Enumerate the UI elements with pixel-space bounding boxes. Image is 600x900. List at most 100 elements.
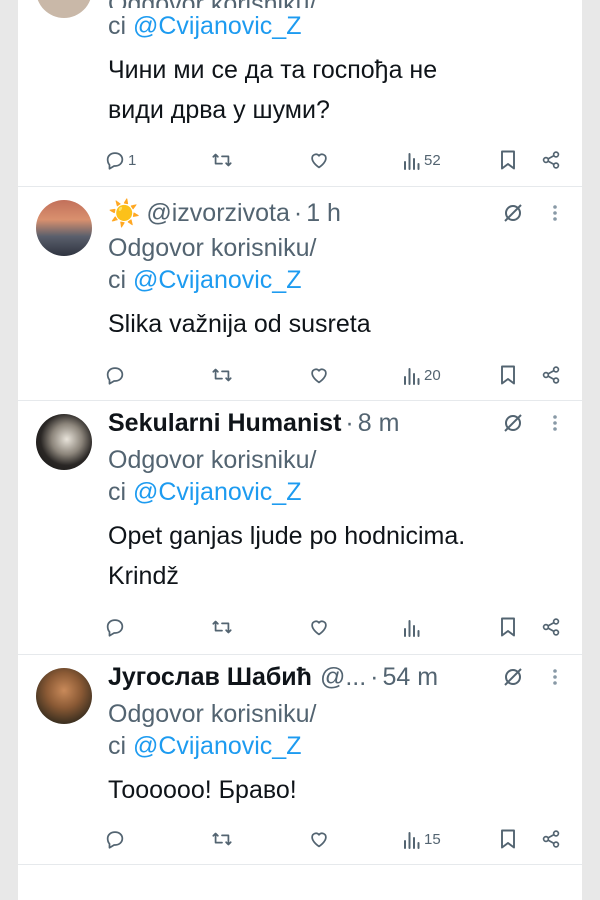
tweet-header: Југослав Шабић @... · 54 m xyxy=(108,662,562,692)
reply-prefix-text: Odgovor korisniku/ xyxy=(108,446,317,474)
reply-icon xyxy=(104,364,126,386)
reply-prefix-text: Odgovor korisniku/ xyxy=(108,700,317,728)
reply-count: 1 xyxy=(128,151,137,169)
separator-dot: · xyxy=(370,662,379,691)
reply-button[interactable] xyxy=(104,616,126,638)
avatar[interactable] xyxy=(36,414,92,470)
reply-icon xyxy=(104,828,126,850)
views-icon xyxy=(402,617,422,637)
display-name[interactable]: Sekularni Humanist xyxy=(108,409,341,438)
reply-prefix-text: Odgovor korisniku/ xyxy=(108,234,317,262)
display-name[interactable]: Југослав Шабић xyxy=(108,663,312,692)
views-button[interactable]: 52 xyxy=(402,150,441,170)
reply-icon xyxy=(104,149,126,171)
bookmark-button[interactable] xyxy=(498,149,518,171)
tweet[interactable]: ☀️ @izvorzivota · 1 h Odgovor korisniku/… xyxy=(18,186,582,401)
user-handle[interactable]: @izvorzivota xyxy=(146,199,289,228)
tweet-text-line: Slika važnija od susreta xyxy=(108,310,371,338)
tweet-text: Slika važnija od susreta xyxy=(108,304,562,344)
views-count: 15 xyxy=(424,830,441,848)
like-icon xyxy=(308,616,330,638)
reply-prefix-text: ci xyxy=(108,12,133,40)
views-count: 20 xyxy=(424,366,441,384)
tweet-header: ☀️ @izvorzivota · 1 h xyxy=(108,198,562,228)
avatar[interactable] xyxy=(36,0,92,18)
reply-prefix-text: ci xyxy=(108,266,133,294)
grok-icon[interactable] xyxy=(500,664,526,690)
share-button[interactable] xyxy=(540,828,562,850)
more-options-icon[interactable] xyxy=(548,664,562,690)
views-button[interactable] xyxy=(402,617,422,637)
more-options-icon[interactable] xyxy=(548,410,562,436)
like-button[interactable] xyxy=(308,616,330,638)
like-button[interactable] xyxy=(308,364,330,386)
repost-icon xyxy=(210,364,234,386)
reply-to-label: ci @Cvijanovic_Z xyxy=(108,10,562,42)
tweet-text-line: Opet ganjas ljude po hodnicima. xyxy=(108,522,466,550)
separator-dot: · xyxy=(293,198,303,227)
user-handle[interactable]: @... xyxy=(320,663,366,692)
share-icon xyxy=(540,616,562,638)
reply-prefix-text: ci xyxy=(108,732,133,760)
like-icon xyxy=(308,364,330,386)
repost-icon xyxy=(210,828,234,850)
separator-dot: · xyxy=(345,408,354,437)
views-icon xyxy=(402,829,422,849)
tweet-text-line: Тоооооо! Браво! xyxy=(108,776,297,804)
timestamp[interactable]: 8 m xyxy=(358,409,400,438)
timestamp[interactable]: 54 m xyxy=(383,663,439,692)
bookmark-button[interactable] xyxy=(498,364,518,386)
views-icon xyxy=(402,150,422,170)
bookmark-icon xyxy=(498,364,518,386)
repost-icon xyxy=(210,616,234,638)
share-button[interactable] xyxy=(540,364,562,386)
mention-link[interactable]: @Cvijanovic_Z xyxy=(133,12,301,40)
repost-button[interactable] xyxy=(210,149,234,171)
timeline: Odgovor korisniku/ ci @Cvijanovic_Z Чини… xyxy=(18,0,582,900)
repost-button[interactable] xyxy=(210,364,234,386)
reply-icon xyxy=(104,616,126,638)
reply-button[interactable]: 1 xyxy=(104,149,136,171)
share-button[interactable] xyxy=(540,149,562,171)
tweet[interactable]: Sekularni Humanist · 8 m Odgovor korisni… xyxy=(18,400,582,655)
reply-prefix-text: ci xyxy=(108,478,133,506)
share-icon xyxy=(540,364,562,386)
tweet[interactable]: Југослав Шабић @... · 54 m Odgovor koris… xyxy=(18,654,582,865)
share-icon xyxy=(540,828,562,850)
tweet-header: Sekularni Humanist · 8 m xyxy=(108,408,562,438)
like-icon xyxy=(308,149,330,171)
tweet[interactable]: Odgovor korisniku/ ci @Cvijanovic_Z Чини… xyxy=(18,0,582,187)
reply-button[interactable] xyxy=(104,828,126,850)
mention-link[interactable]: @Cvijanovic_Z xyxy=(133,732,301,760)
tweet-actions xyxy=(104,612,570,642)
views-button[interactable]: 15 xyxy=(402,829,441,849)
grok-icon[interactable] xyxy=(500,410,526,436)
bookmark-button[interactable] xyxy=(498,828,518,850)
more-options-icon[interactable] xyxy=(548,200,562,226)
views-icon xyxy=(402,365,422,385)
bookmark-icon xyxy=(498,616,518,638)
views-button[interactable]: 20 xyxy=(402,365,441,385)
reply-to-label: Odgovor korisniku/ xyxy=(108,0,562,8)
timestamp[interactable]: 1 h xyxy=(306,199,341,228)
repost-button[interactable] xyxy=(210,828,234,850)
avatar[interactable] xyxy=(36,668,92,724)
share-icon xyxy=(540,149,562,171)
reply-button[interactable] xyxy=(104,364,126,386)
bookmark-button[interactable] xyxy=(498,616,518,638)
tweet-text-line: Krindž xyxy=(108,562,179,590)
sun-emoji: ☀️ xyxy=(108,197,141,228)
mention-link[interactable]: @Cvijanovic_Z xyxy=(133,478,301,506)
like-button[interactable] xyxy=(308,828,330,850)
share-button[interactable] xyxy=(540,616,562,638)
avatar[interactable] xyxy=(36,200,92,256)
reply-prefix-text: Odgovor korisniku/ xyxy=(108,0,316,8)
repost-icon xyxy=(210,149,234,171)
grok-icon[interactable] xyxy=(500,200,526,226)
tweet-text: Opet ganjas ljude po hodnicima. Krindž xyxy=(108,516,562,596)
like-button[interactable] xyxy=(308,149,330,171)
tweet-text: Тоооооо! Браво! xyxy=(108,770,562,810)
tweet-actions: 20 xyxy=(104,360,570,390)
mention-link[interactable]: @Cvijanovic_Z xyxy=(133,266,301,294)
repost-button[interactable] xyxy=(210,616,234,638)
